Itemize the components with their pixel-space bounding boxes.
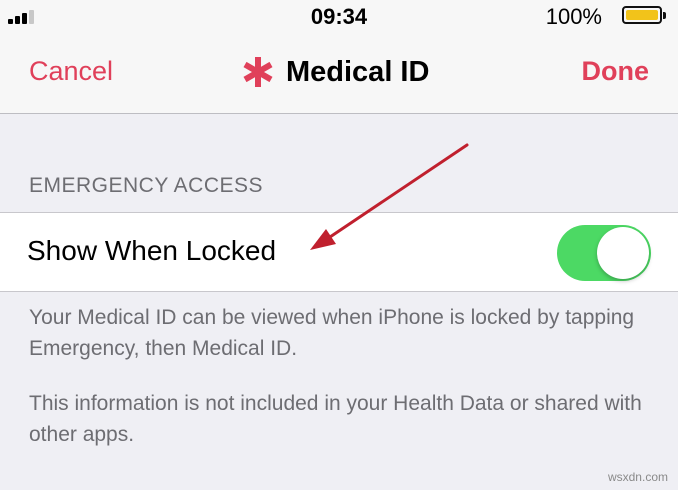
page-title: Medical ID [286,56,430,88]
status-bar: 09:34 100% [0,0,678,34]
medical-asterisk-icon [243,57,273,87]
navigation-bar: Cancel Medical ID Done [0,34,678,114]
show-when-locked-label: Show When Locked [27,235,277,266]
show-when-locked-toggle[interactable] [557,225,651,281]
show-when-locked-row: Show When Locked [0,212,678,292]
footer-description-locked: Your Medical ID can be viewed when iPhon… [29,306,635,360]
cancel-button[interactable]: Cancel [29,56,113,87]
done-button[interactable]: Done [582,56,650,87]
footer-description-privacy: This information is not included in your… [29,392,642,446]
section-header-emergency-access: EMERGENCY ACCESS [29,174,264,197]
watermark-text: wsxdn.com [607,470,668,484]
battery-icon [622,6,666,24]
toggle-knob [597,227,649,279]
battery-percentage: 100% [545,4,602,29]
